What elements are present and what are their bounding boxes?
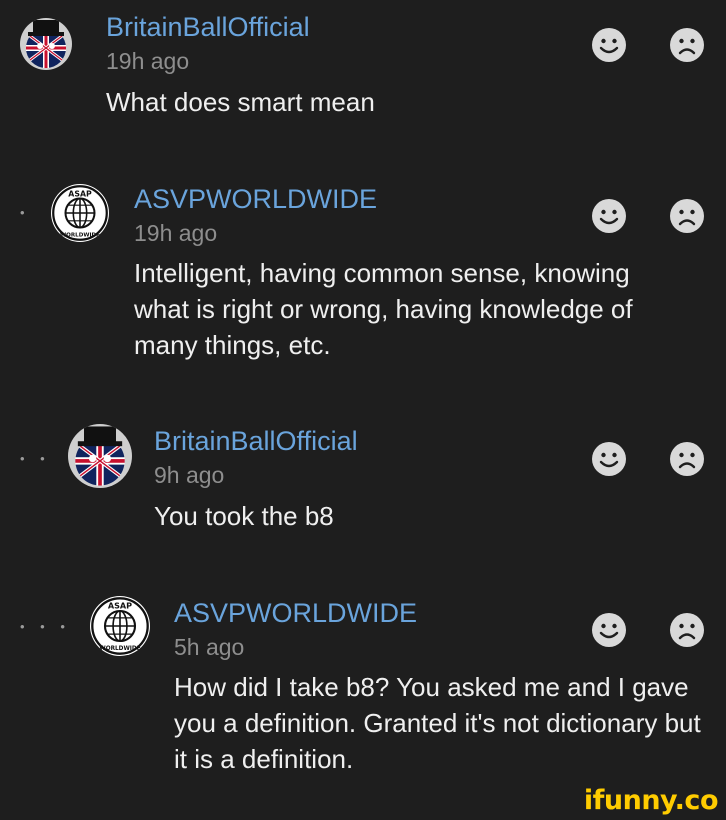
comment-username[interactable]: BritainBallOfficial (154, 426, 358, 456)
comment-timestamp: 9h ago (154, 462, 225, 488)
comment: • ASVPWORLDWIDE 19h ago Intelligent, hav… (0, 170, 726, 410)
smile-icon[interactable] (590, 26, 628, 64)
thread-depth-dots: • • (20, 451, 51, 466)
comment-text: What does smart mean (106, 87, 375, 117)
frown-icon[interactable] (668, 197, 706, 235)
asap-worldwide-logo-icon[interactable] (90, 596, 150, 656)
smile-icon[interactable] (590, 440, 628, 478)
comment: • • BritainBallOfficial 9h ago You took … (0, 412, 726, 582)
thread-depth-dots: • (20, 205, 31, 220)
smile-icon[interactable] (590, 611, 628, 649)
comment-username[interactable]: ASVPWORLDWIDE (174, 598, 417, 628)
comment-text: You took the b8 (154, 501, 334, 531)
comment-username[interactable]: ASVPWORLDWIDE (134, 184, 377, 214)
comment-timestamp: 5h ago (174, 634, 245, 660)
comment: BritainBallOfficial 19h ago What does sm… (0, 0, 726, 170)
comment-text: How did I take b8? You asked me and I ga… (174, 672, 701, 774)
ifunny-watermark: ifunny.co (583, 785, 719, 816)
thread-depth-dots: • • • (20, 619, 71, 634)
frown-icon[interactable] (668, 611, 706, 649)
smile-icon[interactable] (590, 197, 628, 235)
comment-username[interactable]: BritainBallOfficial (106, 12, 310, 42)
frown-icon[interactable] (668, 26, 706, 64)
comment: • • • ASVPWORLDWIDE 5h ago How did I tak… (0, 582, 726, 782)
britainball-avatar-icon[interactable] (68, 424, 132, 488)
comment-timestamp: 19h ago (106, 48, 190, 74)
asap-worldwide-logo-icon[interactable] (51, 184, 109, 242)
frown-icon[interactable] (668, 440, 706, 478)
comment-timestamp: 19h ago (134, 220, 218, 246)
comment-text: Intelligent, having common sense, knowin… (134, 258, 633, 360)
britainball-avatar-icon[interactable] (20, 18, 72, 70)
